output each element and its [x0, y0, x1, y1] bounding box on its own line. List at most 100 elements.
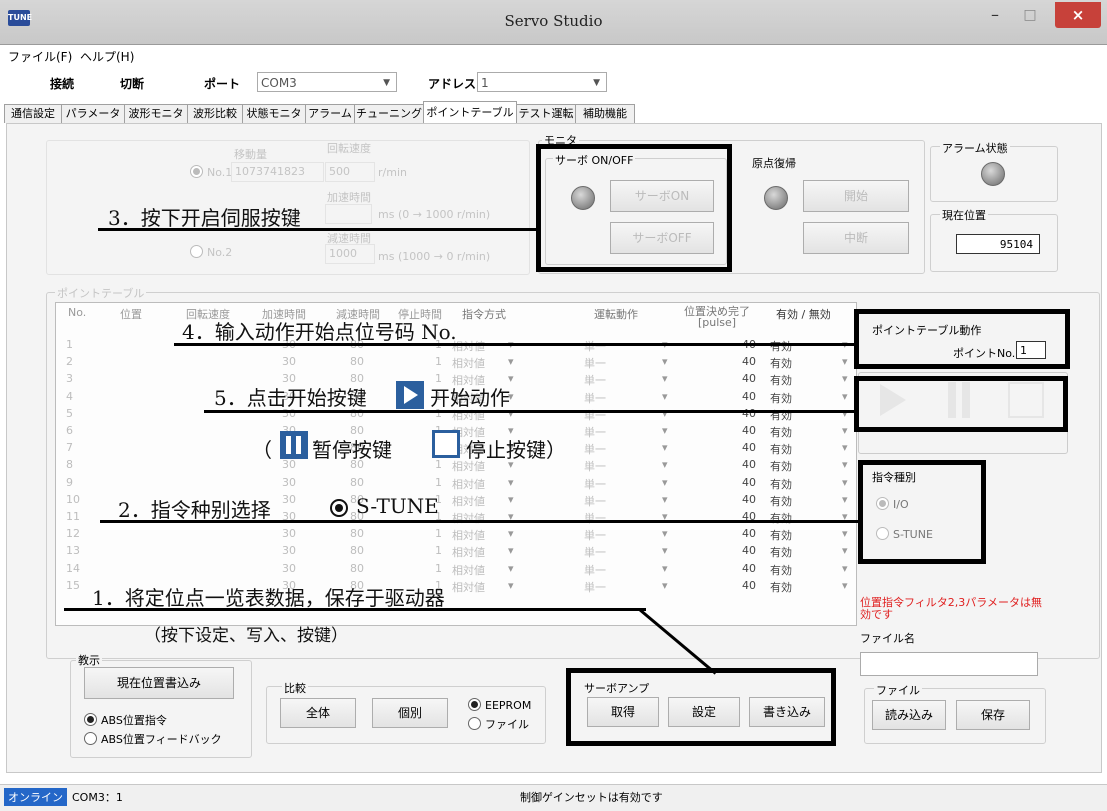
- chevron-down-icon[interactable]: ▾: [662, 390, 668, 403]
- menu-help[interactable]: ヘルプ(H): [80, 48, 134, 65]
- menu-file[interactable]: ファイル(F): [8, 48, 72, 65]
- chevron-down-icon[interactable]: ▾: [508, 527, 514, 540]
- chevron-down-icon[interactable]: ▾: [508, 355, 514, 368]
- tab-tuning[interactable]: チューニング: [354, 104, 424, 123]
- table-cell-done: 40: [742, 355, 756, 369]
- alarm-label: アラーム状態: [940, 140, 1010, 156]
- address-select[interactable]: 1 ▼: [477, 72, 607, 92]
- movement-label: 移動量: [234, 148, 267, 161]
- table-row[interactable]: 9 30 80 1 相対値 単一 40 有効 ▾ ▾ ▾: [56, 475, 854, 491]
- chevron-down-icon[interactable]: ▾: [662, 407, 668, 420]
- chevron-down-icon[interactable]: ▾: [662, 424, 668, 437]
- tab-comm[interactable]: 通信設定: [4, 104, 62, 123]
- origin-start-button[interactable]: 開始: [803, 180, 909, 212]
- table-row[interactable]: 2 30 80 1 相対値 単一 40 有効 ▾ ▾ ▾: [56, 355, 854, 371]
- tab-point-table[interactable]: ポイントテーブル: [423, 101, 517, 124]
- jog-no2[interactable]: No.2: [190, 245, 232, 259]
- table-cell-done: 40: [742, 561, 756, 575]
- table-row[interactable]: 12 30 80 1 相対値 単一 40 有効 ▾ ▾ ▾: [56, 527, 854, 542]
- chevron-down-icon[interactable]: ▾: [508, 562, 514, 575]
- chevron-down-icon[interactable]: ▾: [842, 562, 848, 575]
- jog-no1[interactable]: No.1: [190, 165, 232, 179]
- write-position-button[interactable]: 現在位置書込み: [84, 667, 234, 699]
- chevron-down-icon[interactable]: ▾: [508, 476, 514, 489]
- chevron-down-icon[interactable]: ▾: [842, 458, 848, 471]
- table-cell-no: 3: [66, 372, 73, 386]
- chevron-down-icon[interactable]: ▾: [662, 527, 668, 540]
- chevron-down-icon[interactable]: ▾: [842, 407, 848, 420]
- chevron-down-icon[interactable]: ▾: [842, 493, 848, 506]
- chevron-down-icon[interactable]: ▾: [662, 562, 668, 575]
- minimize-button[interactable]: –: [980, 2, 1010, 28]
- chevron-down-icon[interactable]: ▾: [662, 355, 668, 368]
- status-message: 制御ゲインセットは有効です: [520, 791, 663, 804]
- origin-stop-button[interactable]: 中断: [803, 222, 909, 254]
- connect-button[interactable]: 接続: [50, 75, 74, 92]
- annotation-5e: 停止按键）: [466, 438, 566, 462]
- filename-input[interactable]: [860, 652, 1038, 676]
- chevron-down-icon[interactable]: ▾: [842, 441, 848, 454]
- chevron-down-icon[interactable]: ▾: [842, 390, 848, 403]
- abs-cmd-radio[interactable]: ABS位置指令: [84, 712, 167, 728]
- chevron-down-icon[interactable]: ▾: [662, 476, 668, 489]
- compare-all-button[interactable]: 全体: [280, 698, 356, 728]
- tab-aux[interactable]: 補助機能: [575, 104, 635, 123]
- tab-status-monitor[interactable]: 状態モニタ: [242, 104, 306, 123]
- port-select[interactable]: COM3 ▼: [257, 72, 397, 92]
- chevron-down-icon[interactable]: ▾: [662, 458, 668, 471]
- accel-field[interactable]: [325, 204, 372, 224]
- annotation-1: 1．将定位点一览表数据，保存于驱动器: [92, 586, 445, 610]
- chevron-down-icon[interactable]: ▾: [842, 372, 848, 385]
- chevron-down-icon[interactable]: ▾: [842, 544, 848, 557]
- disconnect-button[interactable]: 切断: [120, 75, 144, 92]
- table-cell-decel: 80: [350, 475, 364, 489]
- chevron-down-icon[interactable]: ▾: [842, 579, 848, 592]
- chevron-down-icon[interactable]: ▾: [842, 476, 848, 489]
- origin-led-icon: [764, 186, 788, 210]
- close-button[interactable]: ×: [1055, 2, 1101, 28]
- read-button[interactable]: 読み込み: [872, 700, 946, 730]
- file-radio[interactable]: ファイル: [468, 716, 529, 732]
- table-cell-no: 8: [66, 458, 73, 472]
- table-cell-mode: 相対値: [452, 357, 485, 371]
- chevron-down-icon[interactable]: ▾: [508, 579, 514, 592]
- chevron-down-icon[interactable]: ▾: [508, 544, 514, 557]
- save-button[interactable]: 保存: [956, 700, 1030, 730]
- table-cell-decel: 80: [350, 544, 364, 558]
- tab-wave-monitor[interactable]: 波形モニタ: [124, 104, 188, 123]
- speed-field[interactable]: 500: [325, 162, 375, 182]
- table-cell-valid: 有効: [770, 494, 792, 508]
- eeprom-radio[interactable]: EEPROM: [468, 698, 531, 712]
- tab-test-run[interactable]: テスト運転: [516, 104, 576, 123]
- chevron-down-icon[interactable]: ▾: [662, 493, 668, 506]
- chevron-down-icon[interactable]: ▾: [662, 544, 668, 557]
- tab-params[interactable]: パラメータ: [61, 104, 125, 123]
- table-cell-no: 12: [66, 527, 80, 541]
- decel-field[interactable]: 1000: [325, 244, 375, 264]
- tab-wave-compare[interactable]: 波形比較: [187, 104, 243, 123]
- chevron-down-icon[interactable]: ▾: [662, 441, 668, 454]
- table-cell-done: 40: [742, 458, 756, 472]
- chevron-down-icon[interactable]: ▾: [662, 372, 668, 385]
- chevron-down-icon[interactable]: ▾: [662, 579, 668, 592]
- pos1-field[interactable]: 1073741823: [231, 162, 324, 182]
- compare-single-button[interactable]: 個別: [372, 698, 448, 728]
- tab-alarm[interactable]: アラーム: [305, 104, 355, 123]
- chevron-down-icon[interactable]: ▾: [842, 527, 848, 540]
- annotation-3-line: [98, 228, 540, 231]
- table-cell-accel: 30: [282, 527, 296, 541]
- abs-fb-radio[interactable]: ABS位置フィードバック: [84, 731, 222, 747]
- table-row[interactable]: 14 30 80 1 相対値 単一 40 有効 ▾ ▾ ▾: [56, 561, 854, 577]
- table-cell-valid: 有効: [770, 426, 792, 439]
- table-cell-no: 14: [66, 561, 80, 575]
- table-row[interactable]: 13 30 80 1 相対値 単一 40 有効 ▾ ▾ ▾: [56, 544, 854, 559]
- table-cell-decel: 80: [350, 561, 364, 575]
- table-row[interactable]: 8 30 80 1 相対値 単一 40 有効 ▾ ▾ ▾: [56, 458, 854, 473]
- chevron-down-icon[interactable]: ▾: [842, 424, 848, 437]
- filename-label: ファイル名: [860, 632, 915, 645]
- chevron-down-icon[interactable]: ▾: [508, 493, 514, 506]
- chevron-down-icon[interactable]: ▾: [842, 355, 848, 368]
- maximize-button[interactable]: □: [1015, 2, 1045, 28]
- table-cell-done: 40: [742, 527, 756, 541]
- position-value: 95104: [956, 234, 1040, 254]
